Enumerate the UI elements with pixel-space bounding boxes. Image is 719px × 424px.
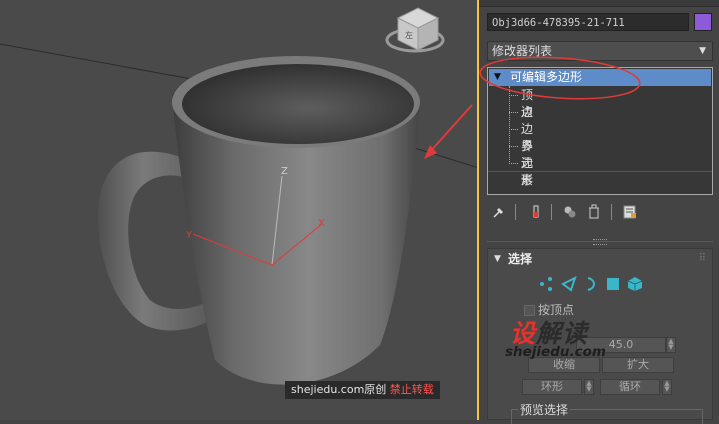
vertex-mode-icon[interactable] xyxy=(538,275,556,293)
by-vertex-label: 按顶点 xyxy=(538,303,575,317)
axis-label-z: Z xyxy=(281,166,288,177)
tree-branch xyxy=(509,163,518,164)
stack-item-editable-poly[interactable]: ▼ 可编辑多边形 xyxy=(489,69,711,86)
ring-spinner[interactable]: ▲ ▼ xyxy=(584,379,594,395)
viewport-scene: Z Y X 左 xyxy=(0,7,479,385)
collapse-triangle-icon[interactable]: ▼ xyxy=(494,69,501,86)
command-panel-tabs[interactable] xyxy=(479,0,719,7)
tree-branch xyxy=(509,95,518,96)
tree-branch xyxy=(509,129,518,130)
rollout-title: 选择 xyxy=(508,252,533,266)
ring-button[interactable]: 环形 xyxy=(522,379,582,395)
collapse-triangle-icon: ▼ xyxy=(494,254,501,264)
show-end-result-icon[interactable] xyxy=(527,202,545,222)
viewcube[interactable]: 左 xyxy=(385,7,445,53)
polygon-mode-icon[interactable] xyxy=(604,275,622,293)
loop-button[interactable]: 循环 xyxy=(600,379,660,395)
svg-text:左: 左 xyxy=(405,30,413,40)
toolbar-separator xyxy=(611,204,612,220)
object-name-field[interactable]: Obj3d66-478395-21-711 xyxy=(487,13,689,31)
tree-line xyxy=(509,86,511,164)
axis-label-x: X xyxy=(318,218,325,229)
checkbox-box[interactable] xyxy=(524,305,535,316)
tree-branch xyxy=(509,146,518,147)
modify-panel: Obj3d66-478395-21-711 修改器列表 ▼ ▼ 可编辑多边形 顶… xyxy=(479,0,719,424)
configure-modifier-sets-icon[interactable] xyxy=(621,202,639,222)
toolbar-separator xyxy=(551,204,552,220)
object-color-swatch[interactable] xyxy=(694,13,712,31)
tree-branch xyxy=(509,112,518,113)
axis-label-y: Y xyxy=(185,230,193,241)
loop-spinner[interactable]: ▲ ▼ xyxy=(662,379,672,395)
perspective-viewport[interactable]: Z Y X 左 shejiedu.com原创 禁止转载 xyxy=(0,0,479,420)
toolbar-separator xyxy=(515,204,516,220)
annotation-arrow xyxy=(424,104,473,159)
stack-item-label: 可编辑多边形 xyxy=(510,70,583,84)
threshold-field[interactable]: 45.0 xyxy=(576,337,666,353)
border-mode-icon[interactable] xyxy=(582,275,600,293)
stack-toolbar xyxy=(487,202,713,222)
preview-selection-label: 预览选择 xyxy=(518,401,571,418)
element-mode-icon[interactable] xyxy=(626,275,644,293)
grow-button[interactable]: 扩大 xyxy=(602,357,674,373)
watermark-site: shejiedu.com原创 xyxy=(291,383,387,396)
3dsmax-window: Z Y X 左 shejiedu.com原创 禁止转载 Obj3d66-4783… xyxy=(0,0,719,424)
grip-dots-icon: ⠿ xyxy=(698,253,706,264)
stack-divider xyxy=(488,171,712,172)
modifier-list-dropdown[interactable]: 修改器列表 ▼ xyxy=(487,41,713,61)
by-vertex-checkbox[interactable]: 按顶点 xyxy=(524,301,574,318)
selection-rollout: ▼ 选择 ⠿ 按顶点 45.0 ▲▼ 收缩 扩大 环形 ▲▼ 循环 ▲▼ xyxy=(487,248,713,424)
pin-stack-icon[interactable] xyxy=(490,202,508,222)
edge-mode-icon[interactable] xyxy=(560,275,578,293)
watermark-bar: shejiedu.com原创 禁止转载 xyxy=(285,381,440,399)
selection-rollout-header[interactable]: ▼ 选择 ⠿ xyxy=(488,249,712,269)
remove-modifier-icon[interactable] xyxy=(585,202,603,222)
chevron-down-icon: ▼ xyxy=(699,46,706,56)
modifier-list-label: 修改器列表 xyxy=(492,44,553,58)
watermark-warning: 禁止转载 xyxy=(389,383,434,396)
make-unique-icon[interactable] xyxy=(561,202,579,222)
panel-divider[interactable] xyxy=(487,238,713,245)
shrink-button[interactable]: 收缩 xyxy=(528,357,600,373)
threshold-spinner[interactable]: ▲ ▼ xyxy=(666,337,676,353)
modifier-stack[interactable]: ▼ 可编辑多边形 顶点 边 边界 多边形 元素 xyxy=(487,67,713,195)
